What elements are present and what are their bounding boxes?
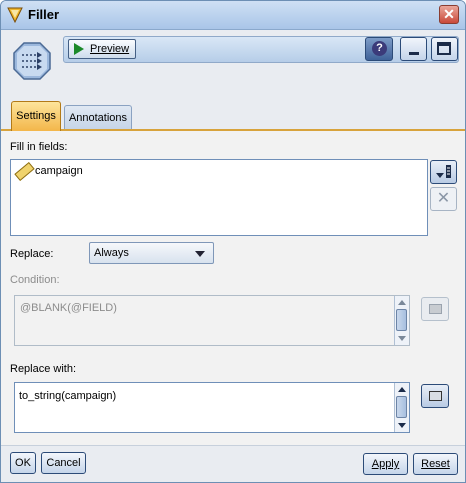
close-button[interactable]: ✕: [439, 5, 459, 24]
field-picker-icon: [436, 165, 451, 178]
maximize-button[interactable]: [431, 37, 458, 61]
ruler-icon: [14, 161, 35, 182]
calculator-icon: [429, 391, 442, 401]
filler-dialog: Filler ✕ Preview ? Settings Annotations …: [0, 0, 466, 483]
title-bar: Filler ✕: [1, 1, 465, 30]
tab-annotations[interactable]: Annotations: [64, 105, 132, 129]
scroll-thumb: [396, 309, 407, 331]
replace-value: Always: [94, 247, 129, 259]
minimize-button[interactable]: [400, 37, 427, 61]
reset-button[interactable]: Reset: [413, 453, 458, 475]
preview-label: Preview: [90, 43, 130, 55]
replace-with-expression-builder-button[interactable]: [421, 384, 449, 408]
replace-dropdown[interactable]: Always: [89, 242, 214, 264]
help-icon: ?: [372, 41, 387, 56]
condition-value: @BLANK(@FIELD): [20, 302, 117, 314]
cancel-button[interactable]: Cancel: [41, 452, 86, 474]
replace-with-value: to_string(campaign): [19, 390, 117, 402]
tab-settings[interactable]: Settings: [11, 101, 61, 131]
calculator-icon: [429, 304, 442, 314]
replace-with-textarea[interactable]: to_string(campaign): [14, 382, 410, 433]
scroll-up-icon[interactable]: [398, 387, 406, 392]
preview-button[interactable]: Preview: [68, 39, 136, 59]
play-icon: [74, 43, 84, 55]
maximize-icon: [437, 42, 451, 55]
window-title: Filler: [28, 7, 60, 22]
chevron-down-icon: [195, 251, 205, 257]
scroll-down-icon: [398, 336, 406, 341]
filler-node-icon: [7, 7, 23, 23]
replace-label: Replace:: [10, 248, 54, 260]
condition-scrollbar: [394, 296, 409, 345]
help-button[interactable]: ?: [365, 37, 393, 61]
scroll-up-icon: [398, 300, 406, 305]
ok-button[interactable]: OK: [10, 452, 36, 474]
minimize-icon: [409, 52, 419, 55]
replace-with-scrollbar[interactable]: [394, 383, 409, 432]
scroll-down-icon[interactable]: [398, 423, 406, 428]
pick-fields-button[interactable]: [430, 160, 457, 184]
delete-field-button[interactable]: ✕: [430, 187, 457, 211]
condition-textarea: @BLANK(@FIELD): [14, 295, 410, 346]
filler-node-icon: [13, 42, 51, 80]
apply-button[interactable]: Apply: [363, 453, 408, 475]
condition-label: Condition:: [10, 274, 60, 286]
field-name: campaign: [35, 165, 83, 177]
replace-with-label: Replace with:: [10, 363, 77, 375]
fill-in-fields-label: Fill in fields:: [10, 141, 68, 153]
scroll-thumb[interactable]: [396, 396, 407, 418]
condition-expression-builder-button: [421, 297, 449, 321]
fields-list[interactable]: campaign: [10, 159, 428, 236]
